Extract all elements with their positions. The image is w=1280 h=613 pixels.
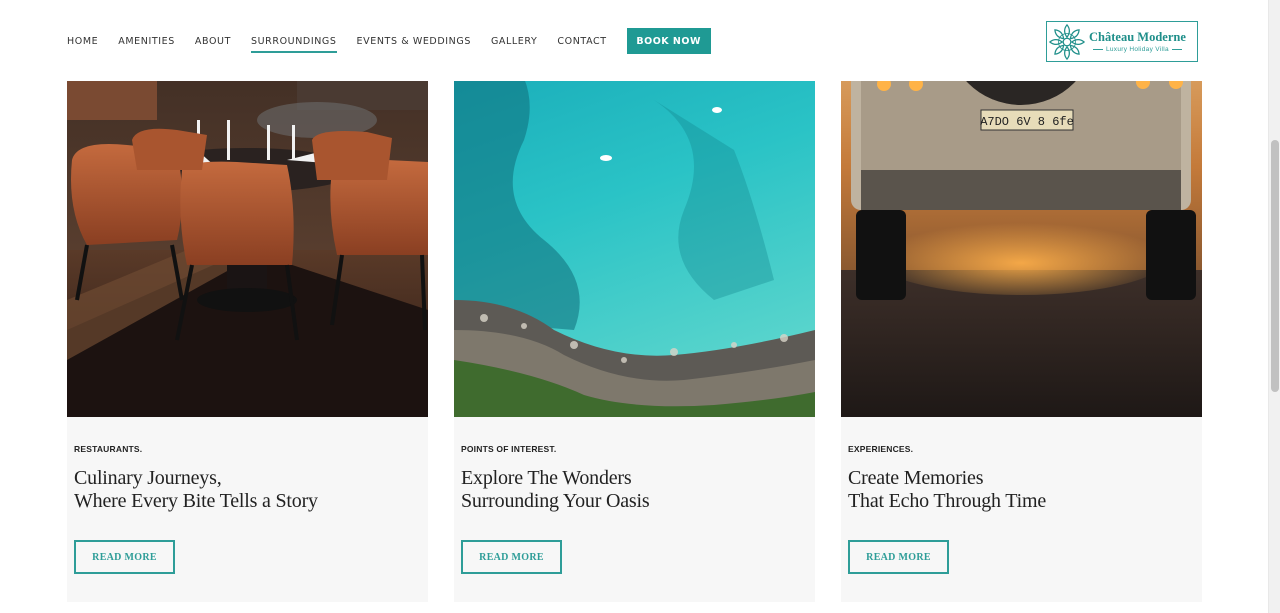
- logo-text: Château Moderne Luxury Holiday Villa: [1089, 30, 1186, 53]
- card-restaurants: RESTAURANTS. Culinary Journeys, Where Ev…: [67, 0, 428, 602]
- book-now-button[interactable]: BOOK NOW: [626, 28, 711, 54]
- card-category: RESTAURANTS.: [74, 444, 143, 454]
- logo-title: Château Moderne: [1089, 30, 1186, 44]
- site-logo[interactable]: Château Moderne Luxury Holiday Villa: [1046, 21, 1198, 62]
- logo-subtitle: Luxury Holiday Villa: [1105, 46, 1169, 53]
- card-title[interactable]: Create Memories That Echo Through Time: [848, 467, 1046, 513]
- card-experiences: A7DO 6V 8 6fe EXPERIENCES. Create Memori…: [841, 0, 1202, 602]
- card-title-line: That Echo Through Time: [848, 490, 1047, 512]
- card-title-line: Create Memories: [848, 467, 984, 489]
- card-title[interactable]: Explore The Wonders Surrounding Your Oas…: [461, 467, 650, 513]
- page-scrollbar[interactable]: [1268, 0, 1280, 613]
- nav-home[interactable]: HOME: [67, 30, 98, 53]
- nav-contact[interactable]: CONTACT: [557, 30, 606, 53]
- card-category: POINTS OF INTEREST.: [461, 444, 557, 454]
- nav-about[interactable]: ABOUT: [195, 30, 231, 53]
- main-nav: HOME AMENITIES ABOUT SURROUNDINGS EVENTS…: [67, 28, 711, 54]
- read-more-button[interactable]: READ MORE: [461, 540, 562, 574]
- scrollbar-thumb[interactable]: [1271, 140, 1279, 392]
- card-points-of-interest: POINTS OF INTEREST. Explore The Wonders …: [454, 0, 815, 602]
- nav-surroundings[interactable]: SURROUNDINGS: [250, 30, 337, 53]
- card-title-line: Culinary Journeys,: [74, 467, 222, 489]
- divider: [1171, 49, 1182, 50]
- license-plate: A7DO 6V 8 6fe: [980, 115, 1074, 129]
- lotus-mandala-icon: [1047, 22, 1087, 61]
- nav-amenities[interactable]: AMENITIES: [118, 30, 175, 53]
- logo-subtitle-row: Luxury Holiday Villa: [1090, 46, 1185, 53]
- nav-gallery[interactable]: GALLERY: [491, 30, 537, 53]
- card-title[interactable]: Culinary Journeys, Where Every Bite Tell…: [74, 467, 318, 513]
- card-title-line: Surrounding Your Oasis: [461, 490, 650, 512]
- divider: [1092, 49, 1103, 50]
- nav-events-weddings[interactable]: EVENTS & WEDDINGS: [357, 30, 471, 53]
- site-header: HOME AMENITIES ABOUT SURROUNDINGS EVENTS…: [0, 0, 1268, 81]
- card-category: EXPERIENCES.: [848, 444, 914, 454]
- read-more-button[interactable]: READ MORE: [848, 540, 949, 574]
- read-more-button[interactable]: READ MORE: [74, 540, 175, 574]
- card-title-line: Where Every Bite Tells a Story: [74, 490, 318, 512]
- card-title-line: Explore The Wonders: [461, 467, 632, 489]
